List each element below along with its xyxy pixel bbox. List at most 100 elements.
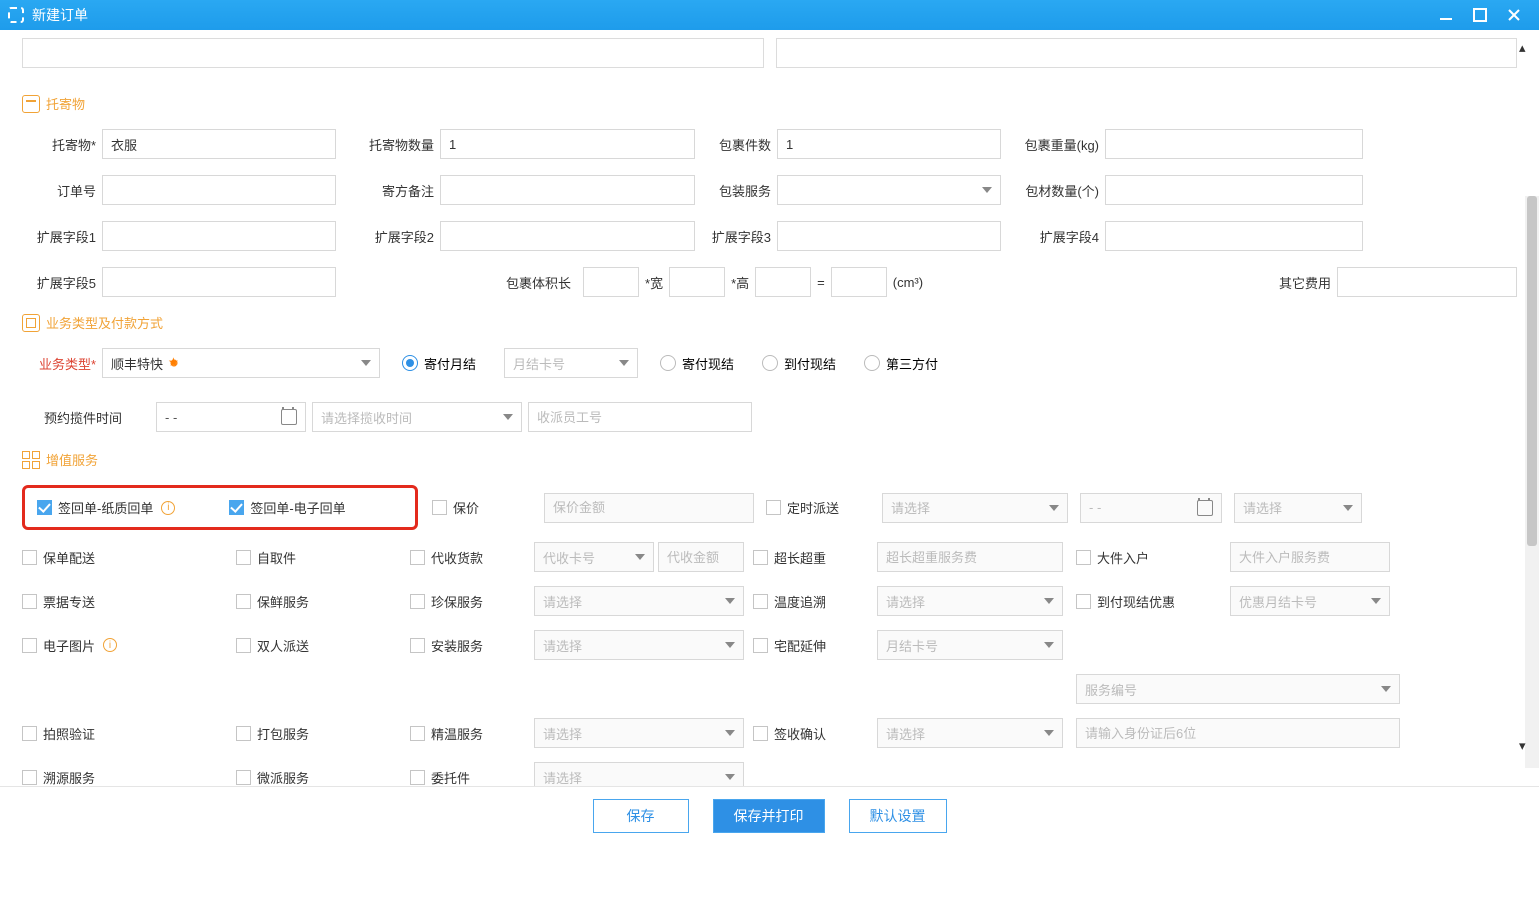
input-pkg-weight[interactable] [1105,129,1363,159]
chk-policy-delivery[interactable]: 保单配送 [22,548,232,567]
chk-ticket-delivery[interactable]: 票据专送 [22,592,232,611]
label-item: 托寄物* [22,135,102,154]
chk-timed[interactable]: 定时派送 [766,498,876,517]
input-vol-w[interactable] [669,267,725,297]
section-header-vas-label: 增值服务 [46,450,98,469]
chk-photo-verify[interactable]: 拍照验证 [22,724,232,743]
chk-cod-discount[interactable]: 到付现结优惠 [1076,592,1226,611]
label-appointment: 预约揽件时间 [22,408,128,427]
input-ext1[interactable] [102,221,336,251]
input-ext3[interactable] [777,221,1001,251]
label-ext5: 扩展字段5 [22,273,102,292]
date-appointment[interactable]: - - [156,402,306,432]
label-vol-eq: = [817,275,825,290]
titlebar: 新建订单 [0,0,1539,30]
input-insure-amount [544,493,754,523]
input-item[interactable] [102,129,336,159]
input-order-no[interactable] [102,175,336,205]
input-other-fee[interactable] [1337,267,1517,297]
input-cod-amount [658,542,744,572]
label-vol-unit: (cm³) [893,275,923,290]
chk-sign-confirm[interactable]: 签收确认 [753,724,873,743]
chk-micro-delivery[interactable]: 微派服务 [236,768,406,787]
biz-type-value: 顺丰特快 [111,354,163,373]
radio-sender-cash-label: 寄付现结 [682,354,734,373]
save-button[interactable]: 保存 [593,799,689,833]
radio-third[interactable]: 第三方付 [864,354,938,373]
chk-ephoto[interactable]: 电子图片i [22,636,232,655]
select-cod-card: 代收卡号 [534,542,654,572]
content-area: 托寄物 托寄物* 托寄物数量 包裹件数 包裹重量(kg) 订单号 寄方备注 包装… [0,30,1539,836]
label-pkg-weight: 包裹重量(kg) [1001,135,1105,154]
label-qty: 托寄物数量 [336,135,440,154]
select-sign-confirm: 请选择 [877,718,1063,748]
label-other-fee: 其它费用 [1251,273,1337,292]
chk-treasure[interactable]: 珍保服务 [410,592,530,611]
input-ext5[interactable] [102,267,336,297]
select-discount-card: 优惠月结卡号 [1230,586,1390,616]
chk-oversize[interactable]: 超长超重 [753,548,873,567]
select-treasure: 请选择 [534,586,744,616]
radio-monthly[interactable]: 寄付月结 [402,354,476,373]
minimize-button[interactable] [1429,3,1463,27]
input-pack-mat-qty[interactable] [1105,175,1363,205]
doc-icon [22,314,40,332]
window-title: 新建订单 [32,5,1429,25]
chk-paper-receipt[interactable]: 签回单-纸质回单i [37,498,175,517]
date-timed: - - [1080,493,1222,523]
select-biz-type[interactable]: 顺丰特快 [102,348,380,378]
label-vol-len: 包裹体积长 [506,273,577,292]
grid-icon [22,451,40,469]
chk-self-pickup[interactable]: 自取件 [236,548,406,567]
save-print-button[interactable]: 保存并打印 [713,799,825,833]
radio-monthly-label: 寄付月结 [424,354,476,373]
input-ext4[interactable] [1105,221,1363,251]
input-vol-result[interactable] [831,267,887,297]
label-ext2: 扩展字段2 [336,227,440,246]
chk-cod[interactable]: 代收货款 [410,548,530,567]
label-pkg-count: 包裹件数 [695,135,777,154]
info-icon[interactable]: i [161,501,175,515]
section-header-goods-label: 托寄物 [46,94,85,113]
section-header-biz-label: 业务类型及付款方式 [46,313,163,332]
input-pkg-count[interactable] [777,129,1001,159]
select-temp-trace: 请选择 [877,586,1063,616]
chk-trace-service[interactable]: 溯源服务 [22,768,232,787]
prev-section-hint [22,38,1517,68]
chk-entrust[interactable]: 委托件 [410,768,530,787]
input-qty[interactable] [440,129,695,159]
select-pack-service[interactable] [777,175,1001,205]
info-icon[interactable]: i [103,638,117,652]
chk-fresh[interactable]: 保鲜服务 [236,592,406,611]
scrollbar-thumb[interactable] [1527,196,1537,546]
input-ext2[interactable] [440,221,695,251]
scroll-down-arrow[interactable]: ▾ [1519,738,1533,752]
input-staff-no[interactable] [528,402,752,432]
radio-recv-cash[interactable]: 到付现结 [762,354,836,373]
select-install: 请选择 [534,630,744,660]
star-icon [167,356,181,370]
chk-double-delivery[interactable]: 双人派送 [236,636,406,655]
select-timed: 请选择 [882,493,1068,523]
maximize-button[interactable] [1463,3,1497,27]
chk-install[interactable]: 安装服务 [410,636,530,655]
input-sender-note[interactable] [440,175,695,205]
scroll-up-arrow[interactable]: ▴ [1519,40,1533,54]
select-appointment-time[interactable]: 请选择揽收时间 [312,402,522,432]
label-vol-w: *宽 [645,273,663,292]
radio-sender-cash[interactable]: 寄付现结 [660,354,734,373]
default-settings-button[interactable]: 默认设置 [849,799,947,833]
chk-home-ext[interactable]: 宅配延伸 [753,636,873,655]
scrollbar-track[interactable] [1525,196,1539,768]
chk-temp-trace[interactable]: 温度追溯 [753,592,873,611]
label-vol-h: *高 [731,273,749,292]
close-button[interactable] [1497,3,1531,27]
input-vol-h[interactable] [755,267,811,297]
chk-insure[interactable]: 保价 [432,498,538,517]
chk-pack-service[interactable]: 打包服务 [236,724,406,743]
chk-large-home[interactable]: 大件入户 [1076,548,1226,567]
select-month-card[interactable]: 月结卡号 [504,348,638,378]
input-vol-len[interactable] [583,267,639,297]
chk-temp-precise[interactable]: 精温服务 [410,724,530,743]
chk-elec-receipt[interactable]: 签回单-电子回单 [229,498,345,517]
